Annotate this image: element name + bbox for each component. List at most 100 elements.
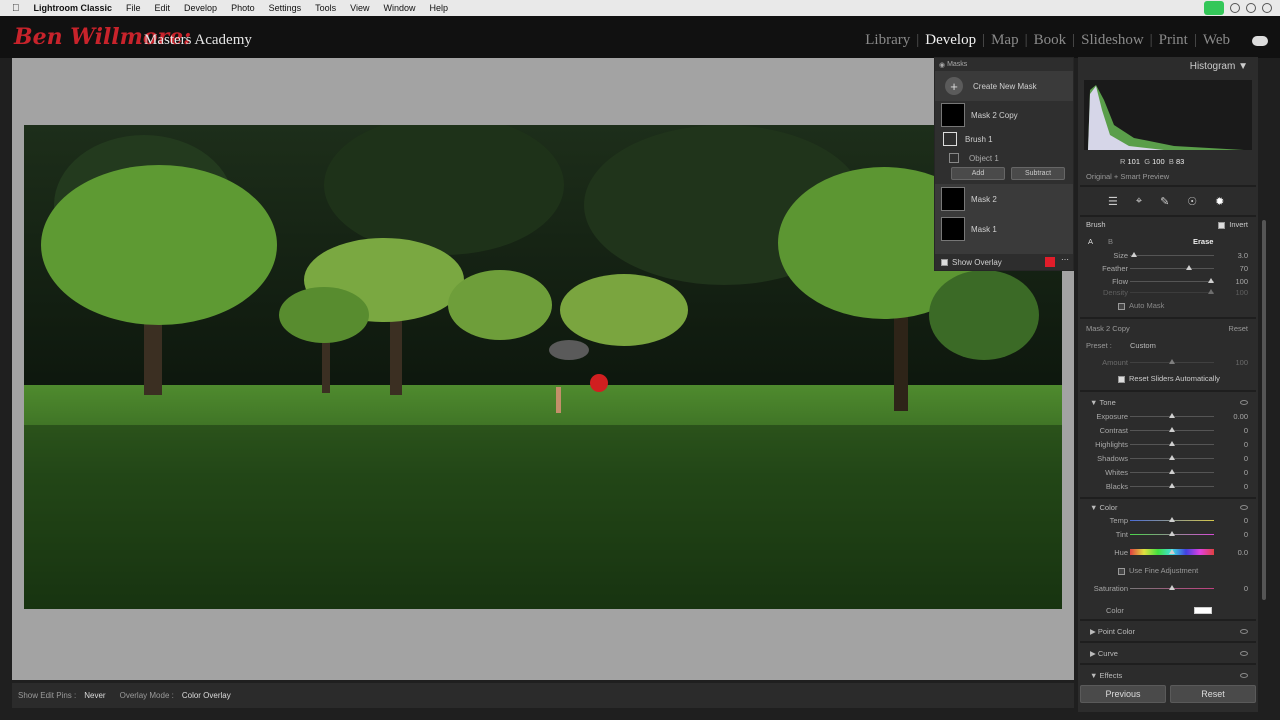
saturation-slider[interactable]: Saturation 0 bbox=[1078, 583, 1258, 595]
reset-sliders-checkbox[interactable]: Reset Sliders Automatically bbox=[1118, 374, 1220, 383]
create-mask-label: Create New Mask bbox=[973, 81, 1037, 91]
image-canvas[interactable] bbox=[12, 58, 1074, 680]
preset-select[interactable]: Custom bbox=[1130, 341, 1156, 350]
object-icon bbox=[949, 153, 959, 163]
control-center-icon[interactable] bbox=[1230, 3, 1240, 13]
tone-eye-icon[interactable] bbox=[1240, 400, 1248, 405]
mask-name: Mask 1 bbox=[971, 224, 997, 234]
module-web[interactable]: Web bbox=[1197, 32, 1236, 49]
menu-photo[interactable]: Photo bbox=[231, 3, 255, 13]
cloud-icon[interactable] bbox=[1252, 36, 1268, 46]
show-overlay-checkbox[interactable] bbox=[941, 258, 948, 266]
module-map[interactable]: Map bbox=[985, 32, 1025, 49]
tone-section-header[interactable]: ▼ Tone bbox=[1078, 395, 1258, 409]
clock-icon[interactable] bbox=[1262, 3, 1272, 13]
effects-eye-icon[interactable] bbox=[1240, 673, 1248, 678]
overlay-mode-label: Overlay Mode : bbox=[119, 691, 174, 700]
panel-scrollbar[interactable] bbox=[1262, 220, 1266, 600]
color-section-header[interactable]: ▼ Color bbox=[1078, 500, 1258, 514]
preset-label: Preset : bbox=[1086, 341, 1112, 350]
whites-slider[interactable]: Whites 0 bbox=[1078, 467, 1258, 479]
menu-settings[interactable]: Settings bbox=[269, 3, 302, 13]
mask-item[interactable]: Mask 2 bbox=[935, 184, 1073, 214]
brush-a[interactable]: A bbox=[1088, 237, 1093, 246]
density-slider[interactable]: Density 100 bbox=[1078, 287, 1258, 299]
menu-file[interactable]: File bbox=[126, 3, 141, 13]
show-overlay-label: Show Overlay bbox=[952, 257, 1002, 267]
rgb-readout: R 101 G 100 B 83 bbox=[1120, 157, 1185, 166]
overlay-mode-select[interactable]: Color Overlay bbox=[182, 691, 231, 700]
curve-header[interactable]: ▶ Curve bbox=[1078, 646, 1258, 660]
mask-item[interactable]: Mask 1 bbox=[935, 214, 1073, 244]
menu-tools[interactable]: Tools bbox=[315, 3, 336, 13]
more-icon[interactable]: ⋯ bbox=[1061, 255, 1069, 264]
point-color-header[interactable]: ▶ Point Color bbox=[1078, 624, 1258, 638]
brush-b[interactable]: B bbox=[1108, 237, 1113, 246]
module-print[interactable]: Print bbox=[1153, 32, 1194, 49]
photo[interactable] bbox=[24, 125, 1062, 609]
temp-slider[interactable]: Temp 0 bbox=[1078, 515, 1258, 527]
overlay-color-swatch[interactable] bbox=[1045, 257, 1055, 267]
component-name: Brush 1 bbox=[965, 134, 993, 144]
blacks-slider[interactable]: Blacks 0 bbox=[1078, 481, 1258, 493]
heal-icon[interactable]: ✎ bbox=[1160, 195, 1169, 208]
effects-header[interactable]: ▼ Effects bbox=[1078, 668, 1258, 682]
facetime-icon[interactable] bbox=[1204, 1, 1224, 15]
masks-title-bar[interactable]: ◉ Masks bbox=[935, 58, 1073, 71]
hue-slider[interactable]: Hue 0.0 bbox=[1078, 547, 1258, 559]
redeye-icon[interactable]: ☉ bbox=[1187, 195, 1197, 208]
bottom-toolbar: Show Edit Pins : Never Overlay Mode : Co… bbox=[12, 683, 1074, 708]
subtract-button[interactable]: Subtract bbox=[1011, 167, 1065, 180]
tint-slider[interactable]: Tint 0 bbox=[1078, 529, 1258, 541]
user-icon[interactable] bbox=[1246, 3, 1256, 13]
amount-slider[interactable]: Amount 100 bbox=[1078, 357, 1258, 369]
edit-tool-icon[interactable]: ☰ bbox=[1108, 195, 1118, 208]
masking-icon[interactable]: ✹ bbox=[1215, 195, 1224, 208]
auto-mask-checkbox[interactable]: Auto Mask bbox=[1118, 301, 1164, 310]
mask-item[interactable]: Mask 2 Copy bbox=[935, 101, 1073, 129]
edit-pins-select[interactable]: Never bbox=[84, 691, 105, 700]
mask-component[interactable]: Brush 1 bbox=[935, 129, 1073, 149]
eye-icon[interactable]: ◉ bbox=[939, 61, 947, 69]
module-library[interactable]: Library bbox=[859, 32, 916, 49]
menu-edit[interactable]: Edit bbox=[155, 3, 171, 13]
app-menu[interactable]: Lightroom Classic bbox=[34, 3, 113, 13]
histogram bbox=[1084, 80, 1252, 150]
mask-name: Mask 2 Copy bbox=[971, 110, 1018, 120]
add-button[interactable]: Add bbox=[951, 167, 1005, 180]
contrast-slider[interactable]: Contrast 0 bbox=[1078, 425, 1258, 437]
menu-window[interactable]: Window bbox=[384, 3, 416, 13]
show-overlay-row[interactable]: Show Overlay ⋯ bbox=[935, 254, 1073, 270]
create-mask-row[interactable]: + Create New Mask bbox=[935, 71, 1073, 101]
histogram-header[interactable]: Histogram ▼ bbox=[1078, 57, 1258, 75]
mask-component[interactable]: Object 1 bbox=[935, 149, 1073, 167]
erase-mode[interactable]: Erase bbox=[1193, 237, 1213, 246]
menu-help[interactable]: Help bbox=[430, 3, 449, 13]
fine-adjust-checkbox[interactable]: Use Fine Adjustment bbox=[1118, 566, 1198, 575]
mask-reset-button[interactable]: Reset bbox=[1228, 324, 1248, 333]
invert-checkbox[interactable]: Invert bbox=[1218, 220, 1248, 229]
module-develop[interactable]: Develop bbox=[919, 32, 982, 49]
shadows-slider[interactable]: Shadows 0 bbox=[1078, 453, 1258, 465]
apple-icon[interactable]:  bbox=[12, 3, 20, 14]
exposure-slider[interactable]: Exposure 0.00 bbox=[1078, 411, 1258, 423]
color-eye-icon[interactable] bbox=[1240, 505, 1248, 510]
plus-icon[interactable]: + bbox=[945, 77, 963, 95]
color-swatch[interactable] bbox=[1194, 607, 1212, 614]
smart-preview-status[interactable]: Original + Smart Preview bbox=[1086, 172, 1169, 181]
curve-eye-icon[interactable] bbox=[1240, 651, 1248, 656]
color-label: Color bbox=[1106, 606, 1124, 615]
feather-slider[interactable]: Feather 70 bbox=[1078, 263, 1258, 275]
module-book[interactable]: Book bbox=[1028, 32, 1073, 49]
menubar:  Lightroom Classic File Edit Develop Ph… bbox=[0, 0, 1280, 16]
reset-button[interactable]: Reset bbox=[1170, 685, 1256, 703]
size-slider[interactable]: Size 3.0 bbox=[1078, 250, 1258, 262]
highlights-slider[interactable]: Highlights 0 bbox=[1078, 439, 1258, 451]
edit-pins-label: Show Edit Pins : bbox=[18, 691, 77, 700]
menu-develop[interactable]: Develop bbox=[184, 3, 217, 13]
crop-icon[interactable]: ⌖ bbox=[1136, 195, 1142, 208]
module-slideshow[interactable]: Slideshow bbox=[1075, 32, 1150, 49]
point-color-eye-icon[interactable] bbox=[1240, 629, 1248, 634]
previous-button[interactable]: Previous bbox=[1080, 685, 1166, 703]
menu-view[interactable]: View bbox=[350, 3, 369, 13]
